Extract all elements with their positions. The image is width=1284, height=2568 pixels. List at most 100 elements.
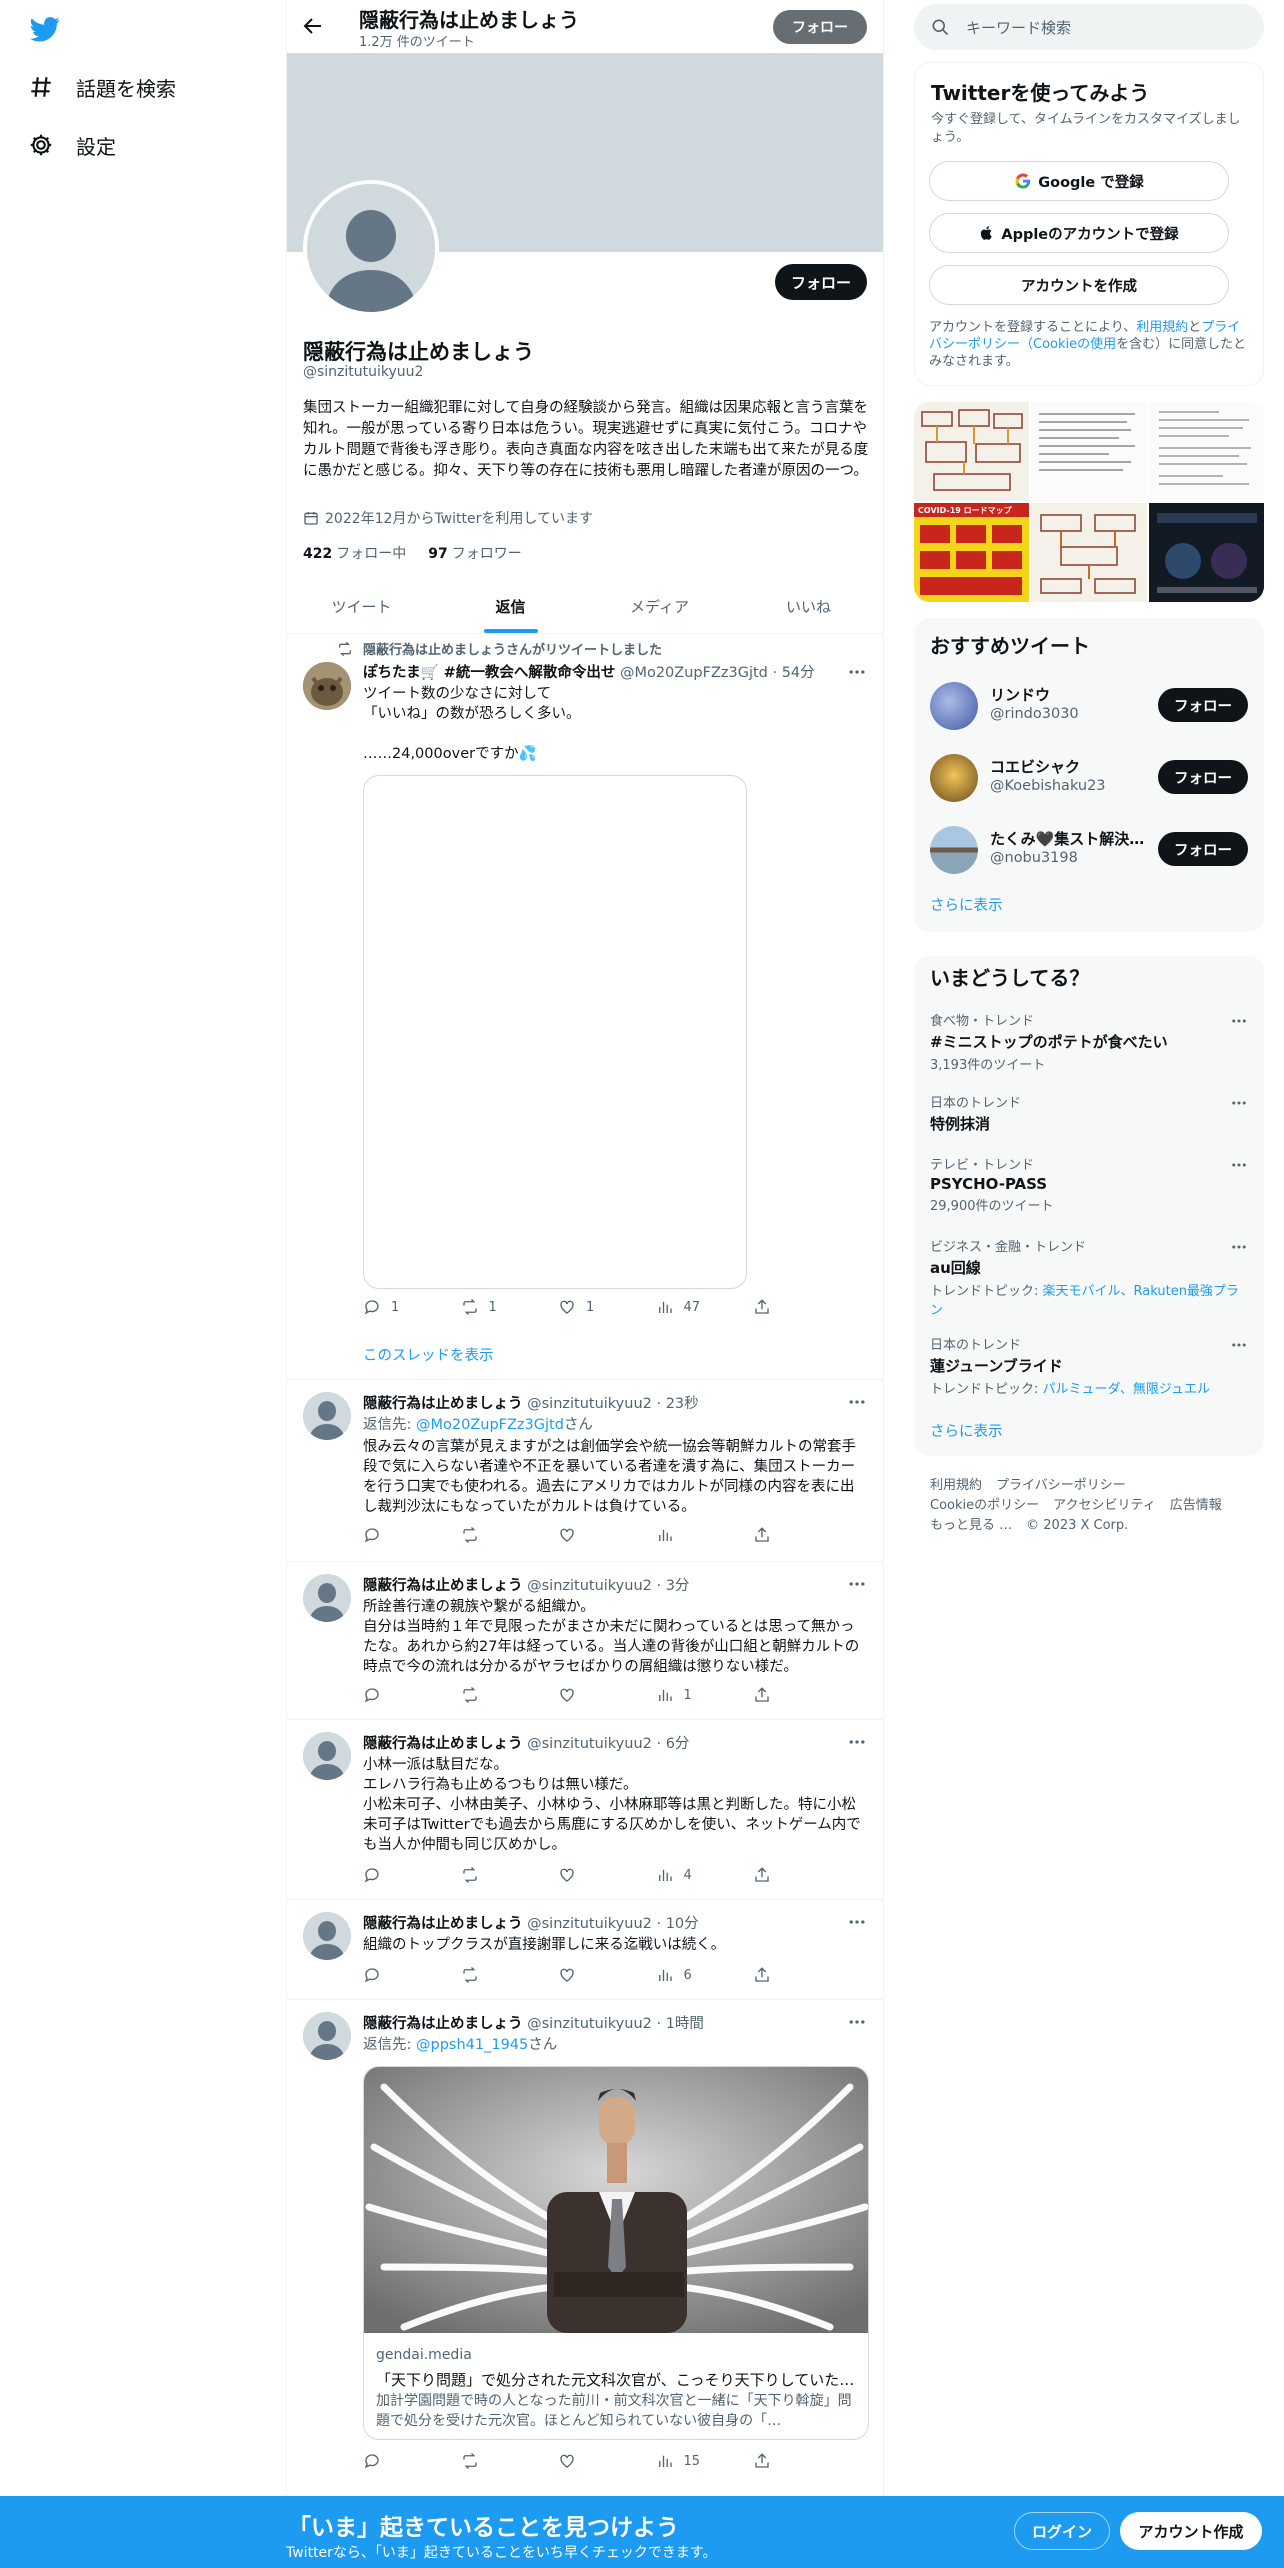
reply-button[interactable]	[363, 1866, 413, 1884]
tweet-author[interactable]: 隠蔽行為は止めましょう	[363, 1578, 523, 1594]
recommended-user[interactable]: リンドウ @rindo3030 フォロー	[930, 678, 1248, 734]
nav-explore[interactable]: 話題を検索	[28, 67, 176, 107]
media-thumb[interactable]	[1148, 402, 1264, 501]
views-button[interactable]: 1	[656, 1686, 706, 1704]
search-input[interactable]: キーワード検索	[914, 4, 1264, 50]
reply-button[interactable]	[363, 1966, 413, 1984]
twitter-logo-icon[interactable]	[28, 14, 62, 44]
header-follow-button[interactable]: フォロー	[773, 10, 867, 44]
reply-button[interactable]	[363, 1686, 413, 1704]
share-button[interactable]	[753, 1866, 803, 1884]
retweet-button[interactable]	[461, 2452, 511, 2470]
google-signup-button[interactable]: Google で登録	[929, 161, 1229, 201]
like-button[interactable]	[558, 1866, 608, 1884]
recommended-user[interactable]: たくみ🖤集スト解決… @nobu3198 フォロー	[930, 822, 1248, 878]
views-button[interactable]: 47	[656, 1298, 706, 1316]
tab-replies[interactable]: 返信	[436, 580, 585, 633]
tweet-author[interactable]: 隠蔽行為は止めましょう	[363, 1916, 523, 1932]
views-button[interactable]: 4	[656, 1866, 706, 1884]
follow-button[interactable]: フォロー	[1158, 760, 1248, 794]
tweet[interactable]: 隠蔽行為は止めましょう @sinzitutuikyuu2 · 6分 小林一派は駄…	[287, 1720, 883, 1900]
tab-likes[interactable]: いいね	[734, 580, 883, 633]
trend-item[interactable]: テレビ・トレンド PSYCHO-PASS 29,900件のツイート	[930, 1154, 1248, 1214]
more-icon[interactable]	[847, 1912, 867, 1932]
reply-to-handle[interactable]: @ppsh41_1945	[416, 2037, 528, 2053]
tweet-handle[interactable]: @sinzitutuikyuu2	[527, 1916, 652, 1932]
trend-topic-links[interactable]: パルミューダ、無限ジュエル	[1043, 1382, 1210, 1397]
apple-signup-button[interactable]: Appleのアカウントで登録	[929, 213, 1229, 253]
tweet-handle[interactable]: @Mo20ZupFZz3Gjtd	[620, 665, 768, 681]
more-icon[interactable]	[1230, 1094, 1248, 1112]
views-button[interactable]	[656, 1526, 706, 1544]
more-icon[interactable]	[847, 1392, 867, 1412]
media-thumb[interactable]	[1031, 503, 1147, 602]
tweet-time[interactable]: · 23秒	[656, 1396, 698, 1412]
trend-item[interactable]: ビジネス・金融・トレンド au回線 トレンドトピック: 楽天モバイル、Rakut…	[930, 1236, 1248, 1318]
trend-item[interactable]: 日本のトレンド 特例抹消	[930, 1092, 1248, 1134]
tweet-author[interactable]: 隠蔽行為は止めましょう	[363, 1736, 523, 1752]
more-icon[interactable]	[1230, 1336, 1248, 1354]
media-thumb[interactable]	[1031, 402, 1147, 501]
media-thumb[interactable]	[914, 402, 1030, 501]
share-button[interactable]	[753, 1966, 803, 1984]
tweet-author[interactable]: ぽちたま🛒 #統一教会へ解散命令出せ	[363, 665, 615, 681]
reply-button[interactable]: 1	[363, 1298, 413, 1316]
avatar[interactable]	[303, 1732, 351, 1780]
like-button[interactable]	[558, 1686, 608, 1704]
back-arrow-icon[interactable]	[301, 14, 325, 38]
media-thumb[interactable]: COVID-19 ロードマップ	[914, 503, 1030, 602]
more-icon[interactable]	[847, 1732, 867, 1752]
avatar[interactable]	[303, 662, 351, 710]
like-button[interactable]	[558, 2452, 608, 2470]
create-account-button[interactable]: アカウントを作成	[929, 265, 1229, 305]
profile-avatar[interactable]	[303, 180, 439, 316]
recommended-show-more[interactable]: さらに表示	[930, 894, 1003, 915]
follow-button[interactable]: フォロー	[1158, 688, 1248, 722]
more-icon[interactable]	[847, 2012, 867, 2032]
reply-button[interactable]	[363, 2452, 413, 2470]
like-button[interactable]: 1	[558, 1298, 608, 1316]
share-button[interactable]	[753, 1526, 803, 1544]
retweet-button[interactable]	[461, 1866, 511, 1884]
like-button[interactable]	[558, 1526, 608, 1544]
media-thumb[interactable]	[1148, 503, 1264, 602]
tweet-time[interactable]: · 54分	[772, 665, 814, 681]
share-button[interactable]	[753, 1298, 803, 1316]
footer-link[interactable]: 広告情報	[1170, 1496, 1222, 1516]
views-button[interactable]: 15	[656, 2452, 706, 2470]
retweet-button[interactable]	[461, 1526, 511, 1544]
tweet-author[interactable]: 隠蔽行為は止めましょう	[363, 2016, 523, 2032]
footer-link[interactable]: プライバシーポリシー	[996, 1476, 1126, 1496]
nav-settings[interactable]: 設定	[28, 125, 116, 165]
link-card[interactable]: gendai.media 「天下り問題」で処分された元文科次官が、こっそり天下り…	[363, 2066, 869, 2440]
terms-link[interactable]: 利用規約	[1136, 320, 1188, 335]
recommended-user[interactable]: コエビシャク @Koebishaku23 フォロー	[930, 750, 1248, 806]
more-icon[interactable]	[847, 662, 867, 682]
reply-to-handle[interactable]: @Mo20ZupFZz3Gjtd	[416, 1417, 564, 1433]
trend-item[interactable]: 食べ物・トレンド #ミニストップのポテトが食べたい 3,193件のツイート	[930, 1010, 1248, 1073]
retweet-button[interactable]	[461, 1686, 511, 1704]
tweet[interactable]: 隠蔽行為は止めましょうさんがリツイートしました ぽちたま🛒 #統一教会へ解散命令…	[287, 634, 883, 1380]
reply-button[interactable]	[363, 1526, 413, 1544]
tweet[interactable]: 隠蔽行為は止めましょう @sinzitutuikyuu2 · 1時間 返信先: …	[287, 2000, 883, 2496]
media-grid[interactable]: COVID-19 ロードマップ	[914, 402, 1264, 602]
tweet-time[interactable]: · 1時間	[656, 2016, 703, 2032]
footer-link[interactable]: Cookieのポリシー	[930, 1496, 1039, 1516]
tweet[interactable]: 隠蔽行為は止めましょう @sinzitutuikyuu2 · 23秒 返信先: …	[287, 1380, 883, 1562]
retweet-button[interactable]: 1	[461, 1298, 511, 1316]
share-button[interactable]	[753, 2452, 803, 2470]
like-button[interactable]	[558, 1966, 608, 1984]
tweet-handle[interactable]: @sinzitutuikyuu2	[527, 1736, 652, 1752]
following-link[interactable]: 422 フォロー中	[303, 543, 406, 563]
tweet-media[interactable]	[363, 775, 747, 1289]
tweet[interactable]: 隠蔽行為は止めましょう @sinzitutuikyuu2 · 10分 組織のトッ…	[287, 1900, 883, 2000]
tweet-time[interactable]: · 6分	[656, 1736, 689, 1752]
more-icon[interactable]	[1230, 1012, 1248, 1030]
tweet-handle[interactable]: @sinzitutuikyuu2	[527, 1396, 652, 1412]
tweet-author[interactable]: 隠蔽行為は止めましょう	[363, 1396, 523, 1412]
tweet-time[interactable]: · 3分	[656, 1578, 689, 1594]
footer-link[interactable]: 利用規約	[930, 1476, 982, 1496]
tweet-handle[interactable]: @sinzitutuikyuu2	[527, 1578, 652, 1594]
tweet[interactable]: 隠蔽行為は止めましょう @sinzitutuikyuu2 · 3分 所詮善行達の…	[287, 1562, 883, 1720]
footer-link[interactable]: もっと見る …	[930, 1516, 1012, 1536]
